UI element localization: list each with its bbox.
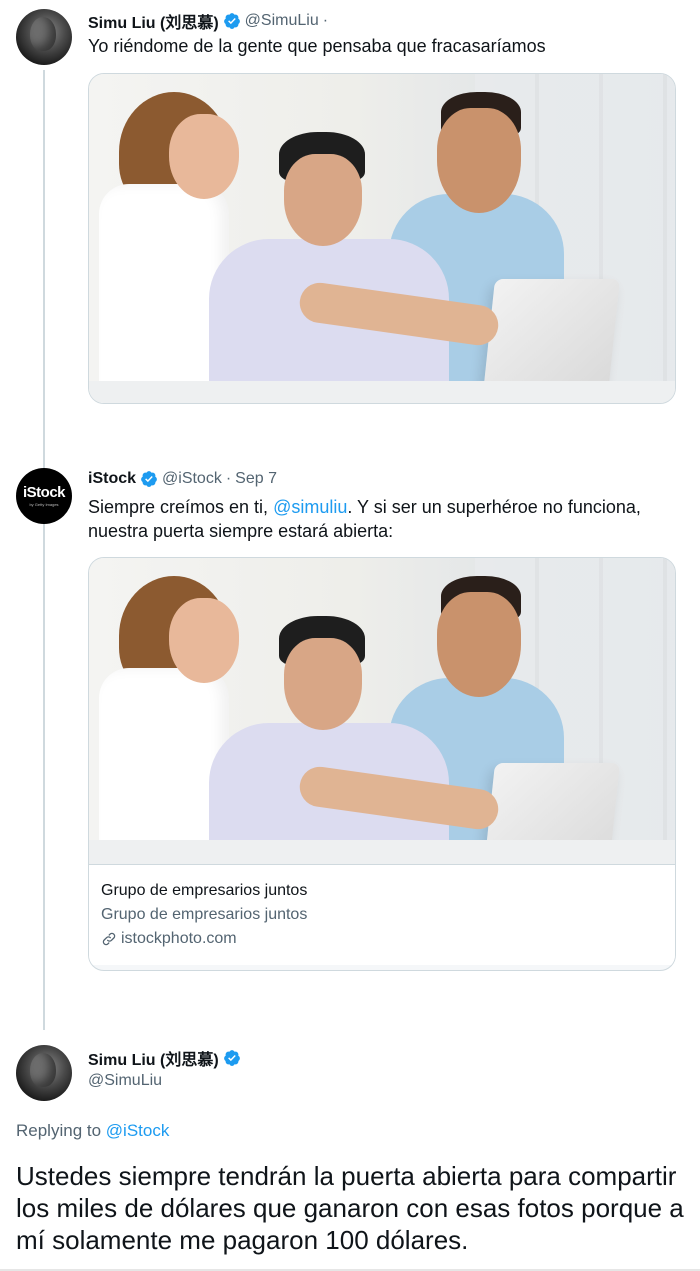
verified-badge-icon (223, 1050, 240, 1066)
verified-badge-icon (141, 471, 157, 487)
tweet2-text: Siempre creímos en ti, @simuliu. Y si se… (88, 495, 678, 543)
mention-simuliu-link[interactable]: @simuliu (273, 497, 347, 517)
avatar-simuliu-reply[interactable] (16, 1045, 72, 1101)
tweet3-handle-row: @SimuLiu (88, 1072, 162, 1090)
replying-to-istock-link[interactable]: @iStock (106, 1121, 170, 1140)
link-card-info: Grupo de empresarios juntos Grupo de emp… (89, 864, 675, 965)
tweet1-author-name[interactable]: Simu Liu (刘思慕) (88, 9, 219, 33)
tweet2-header: iStock @iStock · Sep 7 (88, 470, 277, 488)
avatar-istock[interactable]: iStock by Getty Images (16, 468, 72, 524)
tweet1-separator: · (322, 12, 329, 29)
istock-logo-subtitle: by Getty Images (29, 502, 59, 507)
tweet2-separator: · (225, 470, 232, 487)
tweet1-handle[interactable]: @SimuLiu (245, 12, 319, 30)
istock-logo: iStock (22, 484, 66, 501)
tweet1-photo[interactable] (88, 73, 676, 404)
tweet3-header: Simu Liu (刘思慕) (88, 1046, 245, 1070)
tweet3-author-name[interactable]: Simu Liu (刘思慕) (88, 1046, 219, 1070)
office-photo (89, 74, 675, 403)
link-card-domain-row: istockphoto.com (101, 927, 663, 951)
replying-to-prefix: Replying to (16, 1121, 106, 1140)
thread-connector-line (43, 70, 45, 1030)
tweet2-text-before: Siempre creímos en ti, (88, 497, 274, 517)
tweet2-date[interactable]: Sep 7 (235, 470, 277, 488)
tweet1-header: Simu Liu (刘思慕) @SimuLiu · (88, 9, 332, 33)
verified-badge-icon (223, 13, 240, 29)
tweet3-handle[interactable]: @SimuLiu (88, 1072, 162, 1090)
tweet2-author-name[interactable]: iStock (88, 470, 136, 488)
replying-to: Replying to @iStock (16, 1121, 169, 1141)
link-card[interactable]: Grupo de empresarios juntos Grupo de emp… (88, 557, 676, 971)
link-card-title: Grupo de empresarios juntos (101, 882, 308, 899)
link-icon (102, 932, 116, 946)
tweet1-text: Yo riéndome de la gente que pensaba que … (88, 36, 546, 56)
tweet3-text: Ustedes siempre tendrán la puerta abiert… (16, 1161, 684, 1255)
tweet2-handle[interactable]: @iStock (162, 470, 222, 488)
link-card-description: Grupo de empresarios juntos (101, 906, 308, 923)
link-card-photo (89, 558, 675, 864)
link-card-domain[interactable]: istockphoto.com (121, 927, 237, 951)
avatar-simuliu[interactable] (16, 9, 72, 65)
